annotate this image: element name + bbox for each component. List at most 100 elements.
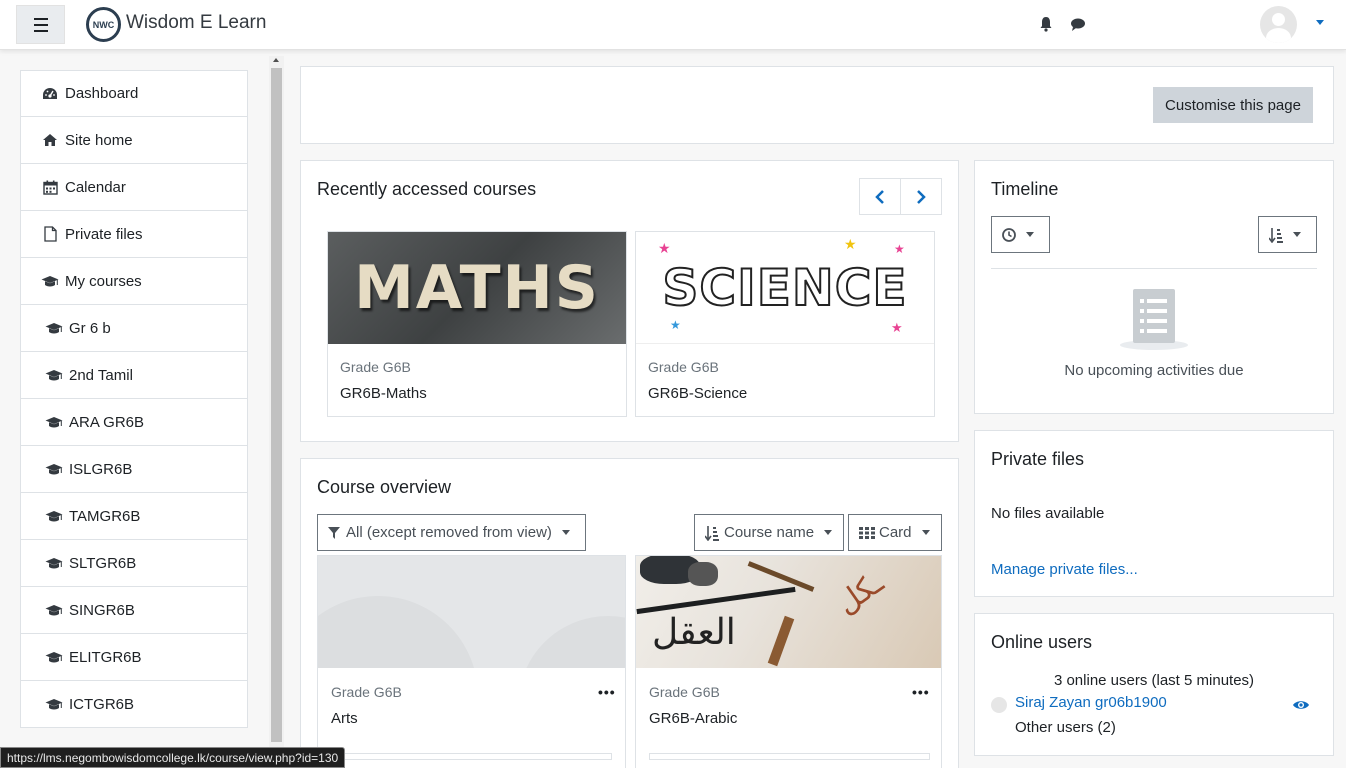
file-icon — [41, 226, 59, 242]
graduation-cap-icon — [45, 602, 63, 618]
course-category: Grade G6B — [340, 359, 411, 375]
online-users-summary: 3 online users (last 5 minutes) — [1053, 672, 1255, 689]
eye-icon[interactable] — [1293, 699, 1309, 711]
drawer-item-label: ARA GR6B — [69, 413, 145, 431]
course-overview-block: Course overview All (except removed from… — [300, 458, 959, 768]
sort-dropdown[interactable]: Course name — [694, 514, 844, 551]
drawer-item-label: SLTGR6B — [69, 554, 137, 572]
drawer-item-private-files[interactable]: Private files — [20, 211, 248, 258]
drawer-item-dashboard[interactable]: Dashboard — [20, 70, 248, 117]
private-files-title: Private files — [991, 449, 1085, 469]
menu-toggle-button[interactable] — [16, 5, 65, 44]
drawer-item-label: SINGR6B — [69, 601, 135, 619]
top-navbar: NWC Wisdom E Learn — [0, 0, 1346, 50]
course-name-link[interactable]: GR6B-Science — [648, 385, 747, 402]
drawer-item-ictgr6b[interactable]: ICTGR6B — [20, 681, 248, 728]
course-category: Grade G6B — [648, 359, 719, 375]
recent-courses-title: Recently accessed courses — [317, 179, 537, 199]
graduation-cap-icon — [45, 649, 63, 665]
drawer-item-calendar[interactable]: Calendar — [20, 164, 248, 211]
drawer-scrollbar[interactable] — [269, 56, 284, 768]
drawer-item-label: 2nd Tamil — [69, 366, 133, 384]
manage-private-files-link[interactable]: Manage private files... — [991, 561, 1138, 578]
private-files-block: Private files No files available Manage … — [974, 430, 1334, 597]
more-actions-icon[interactable]: ••• — [912, 684, 930, 700]
course-name-link[interactable]: GR6B-Maths — [340, 385, 427, 402]
drawer-item-site-home[interactable]: Site home — [20, 117, 248, 164]
star-icon: ★ — [894, 242, 905, 256]
sort-label: Course name — [724, 524, 815, 541]
overview-course-card[interactable]: Grade G6B ••• Arts — [317, 555, 626, 768]
drawer-item-2nd-tamil[interactable]: 2nd Tamil — [20, 352, 248, 399]
scrollbar-thumb[interactable] — [271, 68, 282, 742]
course-image[interactable]: العقل ـكل — [636, 556, 941, 668]
nav-drawer: Dashboard Site home Calendar Private files M… — [20, 70, 248, 728]
timeline-title: Timeline — [991, 179, 1059, 199]
course-image-text: SCIENCE — [661, 258, 908, 318]
drawer-item-label: Calendar — [65, 178, 126, 196]
course-name-link[interactable]: GR6B-Arabic — [649, 710, 737, 727]
calendar-icon — [41, 179, 59, 195]
online-users-title: Online users — [991, 632, 1093, 652]
bell-icon[interactable] — [1038, 16, 1054, 32]
drawer-item-islgr6b[interactable]: ISLGR6B — [20, 446, 248, 493]
drawer-item-label: Private files — [65, 225, 143, 243]
dashboard-icon — [41, 86, 59, 102]
prev-button[interactable] — [860, 179, 901, 214]
graduation-cap-icon — [45, 367, 63, 383]
course-image[interactable]: MATHS — [328, 232, 626, 344]
drawer-item-gr-6-b[interactable]: Gr 6 b — [20, 305, 248, 352]
drawer-item-elitgr6b[interactable]: ELITGR6B — [20, 634, 248, 681]
caret-down-icon — [824, 530, 833, 535]
recent-course-card[interactable]: MATHS Grade G6B GR6B-Maths — [327, 231, 627, 417]
customise-page-button[interactable]: Customise this page — [1153, 87, 1313, 123]
graduation-cap-icon — [45, 414, 63, 430]
chat-icon[interactable] — [1070, 16, 1086, 32]
site-logo[interactable]: NWC — [86, 7, 121, 42]
star-icon: ★ — [891, 320, 903, 335]
view-label: Card — [879, 524, 912, 541]
home-icon — [41, 132, 59, 148]
course-name-link[interactable]: Arts — [331, 710, 358, 727]
sort-icon — [1269, 227, 1283, 243]
user-menu-caret-icon[interactable] — [1316, 20, 1324, 25]
user-avatar[interactable] — [991, 697, 1007, 713]
drawer-item-tamgr6b[interactable]: TAMGR6B — [20, 493, 248, 540]
site-brand[interactable]: Wisdom E Learn — [126, 12, 266, 34]
online-user-link[interactable]: Siraj Zayan gr06b1900 — [1015, 694, 1167, 711]
more-actions-icon[interactable]: ••• — [598, 684, 616, 700]
chevron-left-icon — [874, 189, 884, 204]
drawer-item-sltgr6b[interactable]: SLTGR6B — [20, 540, 248, 587]
drawer-item-singr6b[interactable]: SINGR6B — [20, 587, 248, 634]
recent-course-card[interactable]: ★ ★ ★ ★ ★ SCIENCE Grade G6B GR6B-Science — [635, 231, 935, 417]
scroll-up-arrow-icon[interactable] — [273, 58, 279, 62]
menu-icon — [33, 16, 48, 34]
timeline-sort-dropdown[interactable] — [1258, 216, 1317, 253]
graduation-cap-icon — [45, 461, 63, 477]
course-category: Grade G6B — [649, 684, 720, 700]
drawer-item-label: Gr 6 b — [69, 319, 111, 337]
progress-bar — [331, 753, 612, 760]
caret-down-icon — [561, 530, 570, 535]
recent-pager — [859, 178, 942, 215]
divider — [991, 268, 1317, 269]
drawer-item-label: Site home — [65, 131, 133, 149]
caret-down-icon — [1293, 232, 1301, 237]
overview-course-card[interactable]: العقل ـكل Grade G6B ••• GR6B-Arabic — [635, 555, 942, 768]
calligraphy-decoration: ـكل — [830, 565, 890, 622]
timeline-filter-dropdown[interactable] — [991, 216, 1050, 253]
user-avatar[interactable] — [1260, 6, 1297, 43]
course-image-text: MATHS — [354, 253, 600, 323]
view-dropdown[interactable]: Card — [848, 514, 942, 551]
drawer-item-label: My courses — [65, 272, 142, 290]
course-image[interactable] — [318, 556, 625, 668]
grouping-filter-dropdown[interactable]: All (except removed from view) — [317, 514, 586, 551]
course-image[interactable]: ★ ★ ★ ★ ★ SCIENCE — [636, 232, 934, 344]
drawer-item-my-courses[interactable]: My courses — [20, 258, 248, 305]
sort-icon — [705, 525, 719, 541]
graduation-cap-icon — [45, 696, 63, 712]
drawer-item-label: ELITGR6B — [69, 648, 142, 666]
other-users-text: Other users (2) — [1015, 719, 1116, 736]
next-button[interactable] — [901, 179, 942, 214]
drawer-item-ara-gr6b[interactable]: ARA GR6B — [20, 399, 248, 446]
